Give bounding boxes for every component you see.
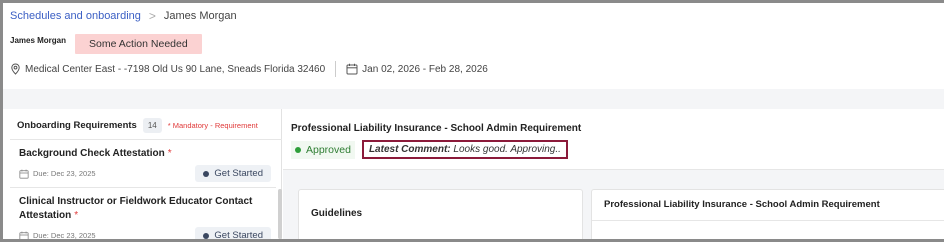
status-dot-icon (203, 170, 210, 177)
guidelines-card: Guidelines (298, 189, 583, 239)
person-header: James Morgan Some Action Needed (10, 34, 202, 54)
requirement-meta: Due: Dec 23, 2025 Get Started (19, 165, 271, 182)
mandatory-star: * (167, 148, 172, 159)
latest-comment-label: Latest Comment: (368, 144, 451, 155)
requirement-title-text: Background Check Attestation (19, 148, 165, 159)
due-date: Due: Dec 23, 2025 (19, 231, 96, 239)
due-date-text: Due: Dec 23, 2025 (33, 231, 96, 239)
status-row: Approved Latest Comment: Looks good. App… (291, 140, 568, 159)
calendar-icon (19, 231, 29, 239)
app-frame: Schedules and onboarding > James Morgan … (3, 3, 944, 239)
sidebar-divider (10, 139, 282, 140)
list-divider (10, 187, 276, 188)
breadcrumb: Schedules and onboarding > James Morgan (10, 9, 237, 23)
document-card-title: Professional Liability Insurance - Schoo… (604, 199, 880, 210)
get-started-button[interactable]: Get Started (195, 165, 271, 182)
location-text: Medical Center East - -7198 Old Us 90 La… (25, 63, 326, 75)
mandatory-star: * (74, 210, 79, 221)
meta-divider (335, 61, 337, 77)
guidelines-heading: Guidelines (311, 208, 363, 219)
requirement-title: Clinical Instructor or Fieldwork Educato… (19, 195, 271, 223)
date-range-text: Jan 02, 2026 - Feb 28, 2026 (362, 63, 488, 75)
get-started-label: Get Started (214, 168, 263, 179)
approved-status-badge: Approved (291, 140, 355, 159)
approved-label: Approved (306, 143, 351, 156)
breadcrumb-current: James Morgan (163, 10, 237, 22)
calendar-icon (346, 63, 358, 75)
list-item[interactable]: Background Check Attestation * Due: Dec 2… (19, 147, 271, 182)
status-badge: Some Action Needed (75, 34, 202, 54)
due-date: Due: Dec 23, 2025 (19, 169, 96, 179)
location-pin-icon (11, 63, 20, 75)
requirement-detail-title: Professional Liability Insurance - Schoo… (291, 123, 582, 134)
document-card-divider (592, 220, 944, 221)
requirement-title: Background Check Attestation * (19, 147, 271, 161)
requirements-count-badge: 14 (142, 118, 162, 133)
document-card: Professional Liability Insurance - Schoo… (591, 189, 944, 239)
requirement-detail-panel: Professional Liability Insurance - Schoo… (283, 109, 944, 239)
due-date-text: Due: Dec 23, 2025 (33, 169, 96, 178)
calendar-icon (19, 169, 29, 179)
get-started-label: Get Started (214, 230, 263, 239)
person-name: James Morgan (10, 36, 67, 45)
placement-meta: Medical Center East - -7198 Old Us 90 La… (10, 61, 488, 77)
status-dot-icon (295, 146, 301, 153)
list-item[interactable]: Clinical Instructor or Fieldwork Educato… (19, 195, 271, 239)
mandatory-note: * Mandatory - Requirement (167, 121, 258, 130)
get-started-button[interactable]: Get Started (195, 227, 271, 239)
requirement-meta: Due: Dec 23, 2025 Get Started (19, 227, 271, 239)
latest-comment: Latest Comment: Looks good. Approving.. (361, 140, 568, 159)
requirements-sidebar: Onboarding Requirements 14 * Mandatory -… (10, 109, 282, 239)
latest-comment-text: Looks good. Approving.. (453, 144, 561, 155)
sidebar-title: Onboarding Requirements (17, 120, 137, 131)
section-separator-band (3, 89, 944, 109)
status-dot-icon (203, 232, 210, 239)
sidebar-header: Onboarding Requirements 14 * Mandatory -… (17, 118, 258, 133)
chevron-right-icon: > (148, 9, 156, 23)
breadcrumb-link-schedules[interactable]: Schedules and onboarding (10, 10, 141, 22)
requirement-title-text: Clinical Instructor or Fieldwork Educato… (19, 196, 253, 221)
sidebar-scrollbar[interactable] (278, 189, 282, 239)
